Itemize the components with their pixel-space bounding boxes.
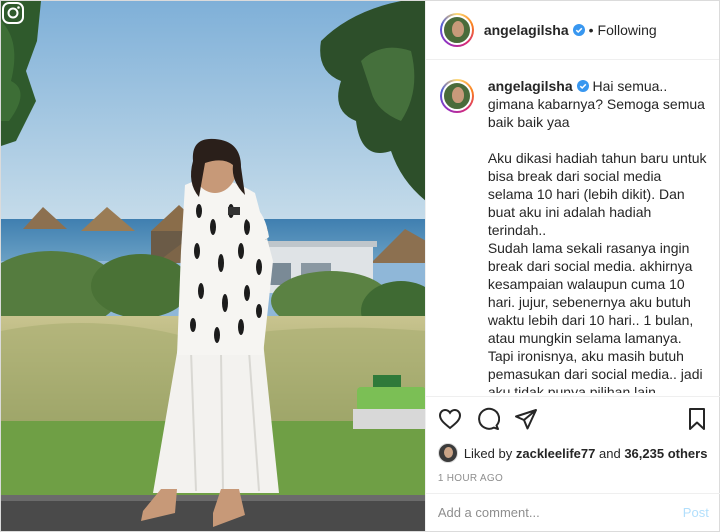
comment-form: Post — [425, 493, 720, 531]
post-timestamp[interactable]: 1 HOUR AGO — [438, 473, 709, 484]
liker-avatar[interactable] — [437, 443, 458, 463]
instagram-post-modal: angelagilsha • Following angelagilsha Ha… — [0, 0, 720, 532]
caption: angelagilsha Hai semua.. gimana kabarnya… — [488, 77, 707, 393]
likes-connector: and — [599, 445, 621, 461]
caption-row: angelagilsha Hai semua.. gimana kabarnya… — [439, 77, 707, 393]
photo-scene — [1, 1, 425, 531]
likes-others[interactable]: 36,235 others — [624, 446, 707, 461]
action-icons — [438, 405, 709, 433]
comment-input[interactable] — [437, 505, 683, 520]
author-avatar[interactable] — [439, 13, 474, 47]
caption-username[interactable]: angelagilsha — [488, 78, 573, 94]
bookmark-icon[interactable] — [685, 407, 709, 431]
post-header: angelagilsha • Following — [425, 1, 719, 60]
post-sidebar: angelagilsha • Following angelagilsha Ha… — [424, 1, 720, 531]
post-comment-button[interactable]: Post — [683, 505, 709, 520]
caption-author-avatar[interactable] — [439, 79, 474, 113]
post-photo[interactable] — [1, 1, 425, 531]
verified-badge-icon — [572, 24, 585, 36]
comment-icon[interactable] — [476, 407, 500, 431]
likes-prefix: Liked by — [463, 445, 513, 461]
liker-username[interactable]: zackleelife77 — [516, 446, 596, 461]
likes-summary: Liked by zackleelife77 and 36,235 others — [437, 443, 709, 463]
author-username[interactable]: angelagilsha — [484, 22, 569, 38]
following-button[interactable]: Following — [598, 22, 657, 38]
post-actions: Liked by zackleelife77 and 36,235 others… — [425, 396, 720, 484]
instagram-logo-icon — [2, 2, 24, 24]
caption-verified-badge-icon — [576, 80, 589, 92]
heart-icon[interactable] — [438, 407, 462, 431]
caption-body: Hai semua.. gimana kabarnya? Semoga semu… — [487, 78, 707, 393]
caption-scroll-area[interactable]: angelagilsha Hai semua.. gimana kabarnya… — [426, 61, 720, 393]
share-icon[interactable] — [514, 407, 538, 431]
header-separator: • — [588, 22, 594, 38]
